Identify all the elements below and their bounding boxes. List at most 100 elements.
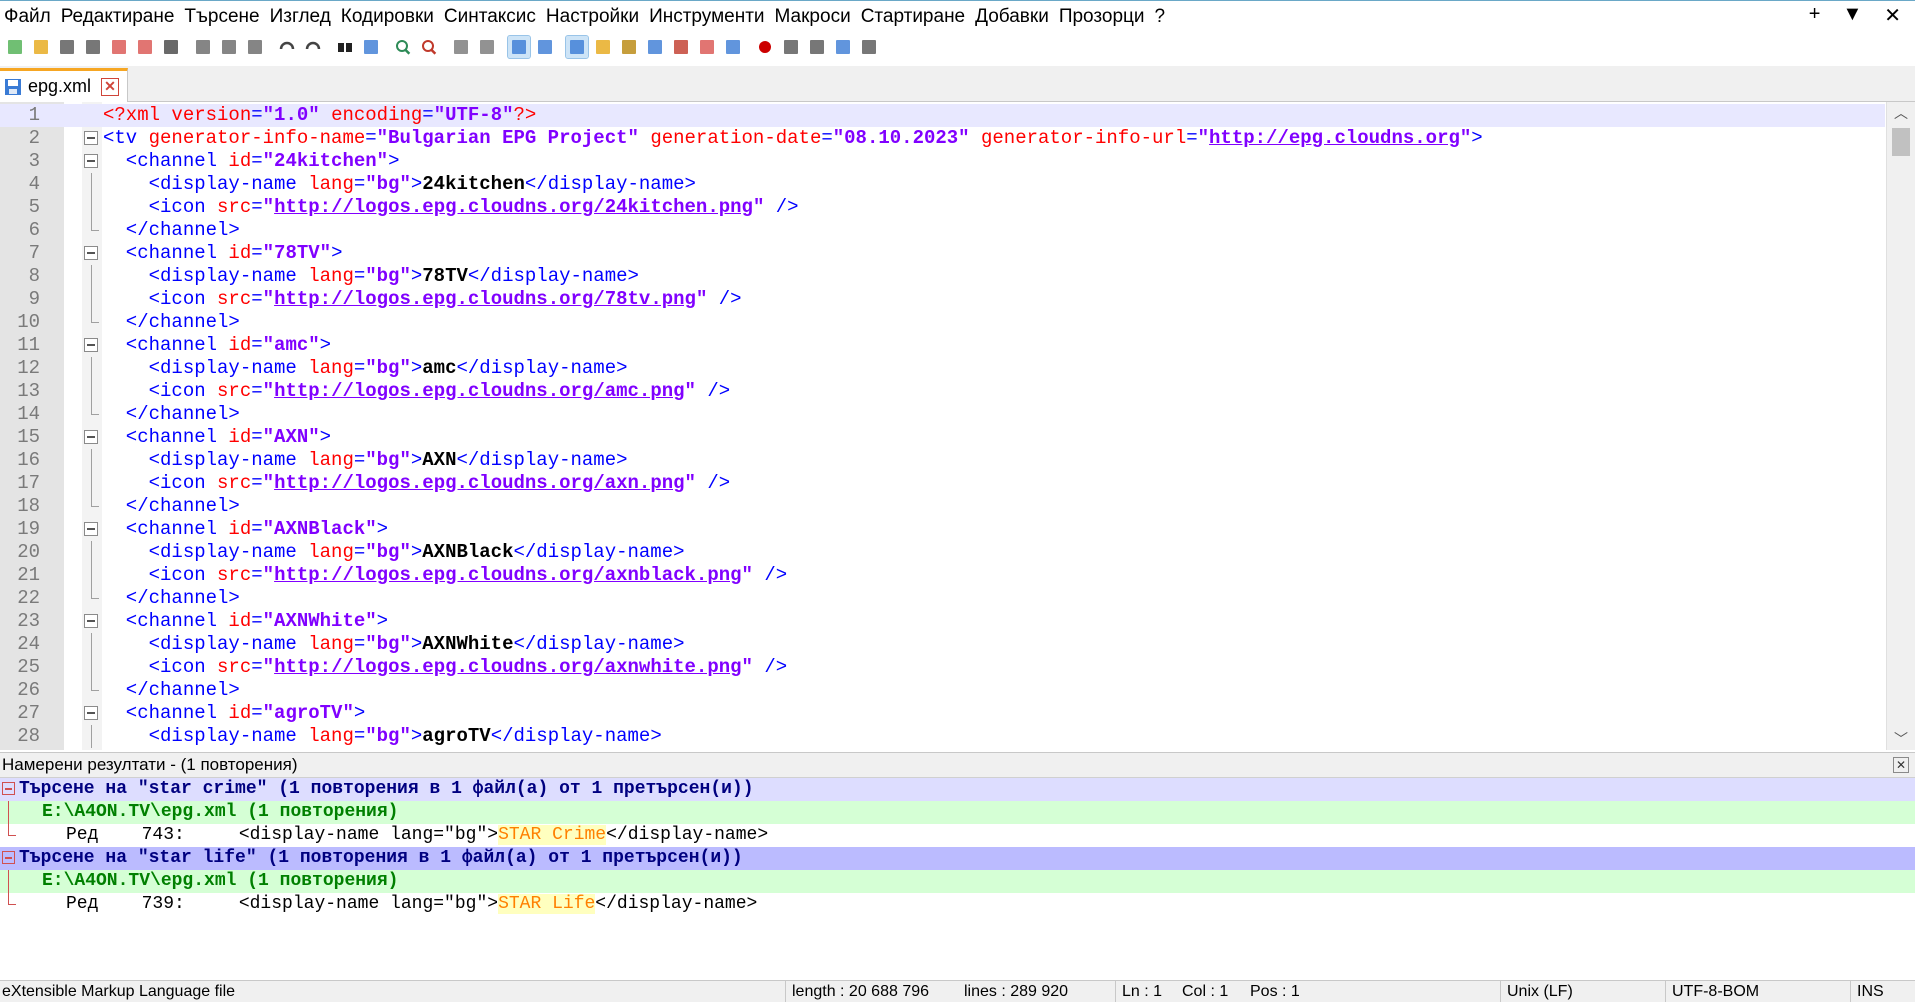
fold-toggle-icon[interactable] <box>84 614 98 628</box>
close-icon[interactable]: ✕ <box>1893 757 1909 773</box>
fold-toggle-icon[interactable] <box>2 851 15 864</box>
search-results-list[interactable]: Търсене на "star crime" (1 повторения в … <box>0 778 1915 916</box>
zoom-out-icon[interactable] <box>418 36 440 58</box>
code-line[interactable]: 6 </channel> <box>0 219 1885 242</box>
dropdown-icon[interactable]: ▼ <box>1842 3 1862 28</box>
search-result-hit[interactable]: Ред 739: <display-name lang="bg">STAR Li… <box>0 893 1915 916</box>
redo-icon[interactable] <box>302 36 324 58</box>
editor[interactable]: 1 <?xml version="1.0" encoding="UTF-8"?> 2… <box>0 102 1915 750</box>
code-line[interactable]: 14 </channel> <box>0 403 1885 426</box>
menu-item[interactable]: ? <box>1151 6 1172 28</box>
code-token-url[interactable]: http://logos.epg.cloudns.org/axn.png <box>274 472 684 494</box>
monitoring-icon[interactable] <box>722 36 744 58</box>
code-line[interactable]: 13 <icon src="http://logos.epg.cloudns.o… <box>0 380 1885 403</box>
stop-macro-icon[interactable] <box>780 36 802 58</box>
code-token-url[interactable]: http://logos.epg.cloudns.org/amc.png <box>274 380 684 402</box>
code-line[interactable]: 8 <display-name lang="bg">78TV</display-… <box>0 265 1885 288</box>
menu-item[interactable]: Стартиране <box>857 6 971 28</box>
search-result-header[interactable]: Търсене на "star crime" (1 повторения в … <box>0 778 1915 801</box>
tab-close-icon[interactable]: ✕ <box>101 77 120 96</box>
menu-item[interactable]: Редактиране <box>57 6 181 28</box>
code-token-url[interactable]: http://logos.epg.cloudns.org/axnwhite.pn… <box>274 656 741 678</box>
show-all-chars-icon[interactable] <box>534 36 556 58</box>
run-macro-multiple-icon[interactable] <box>832 36 854 58</box>
cut-icon[interactable] <box>192 36 214 58</box>
menu-item[interactable]: Настройки <box>542 6 645 28</box>
code-line[interactable]: 20 <display-name lang="bg">AXNBlack</dis… <box>0 541 1885 564</box>
menu-item[interactable]: Файл <box>0 6 57 28</box>
search-result-header[interactable]: Търсене на "star life" (1 повторения в 1… <box>0 847 1915 870</box>
undo-icon[interactable] <box>276 36 298 58</box>
word-wrap-icon[interactable] <box>507 35 531 59</box>
code-line[interactable]: 15 <channel id="AXN"> <box>0 426 1885 449</box>
fold-toggle-icon[interactable] <box>84 131 98 145</box>
record-macro-icon[interactable] <box>754 36 776 58</box>
code-line[interactable]: 25 <icon src="http://logos.epg.cloudns.o… <box>0 656 1885 679</box>
function-list-icon[interactable] <box>670 36 692 58</box>
scroll-up-icon[interactable]: ︿ <box>1887 102 1915 124</box>
menu-item[interactable]: Синтаксис <box>440 6 542 28</box>
code-line[interactable]: 10 </channel> <box>0 311 1885 334</box>
fold-toggle-icon[interactable] <box>84 522 98 536</box>
code-line[interactable]: 22 </channel> <box>0 587 1885 610</box>
code-line[interactable]: 3 <channel id="24kitchen"> <box>0 150 1885 173</box>
tab-epg-xml[interactable]: epg.xml ✕ <box>0 68 128 102</box>
doc-list-icon[interactable] <box>644 36 666 58</box>
code-line[interactable]: 12 <display-name lang="bg">amc</display-… <box>0 357 1885 380</box>
code-line[interactable]: 9 <icon src="http://logos.epg.cloudns.or… <box>0 288 1885 311</box>
code-token-url[interactable]: http://epg.cloudns.org <box>1209 127 1460 149</box>
code-area[interactable]: 1 <?xml version="1.0" encoding="UTF-8"?> 2… <box>0 104 1885 748</box>
menu-item[interactable]: Добавки <box>971 6 1055 28</box>
play-macro-icon[interactable] <box>806 36 828 58</box>
open-file-icon[interactable] <box>30 36 52 58</box>
fold-toggle-icon[interactable] <box>84 430 98 444</box>
code-line[interactable]: 26 </channel> <box>0 679 1885 702</box>
menu-item[interactable]: Търсене <box>180 6 265 28</box>
copy-icon[interactable] <box>218 36 240 58</box>
code-line[interactable]: 17 <icon src="http://logos.epg.cloudns.o… <box>0 472 1885 495</box>
paste-icon[interactable] <box>244 36 266 58</box>
menu-item[interactable]: Макроси <box>771 6 857 28</box>
status-encoding[interactable]: UTF-8-BOM <box>1665 981 1759 1002</box>
menu-item[interactable]: Изглед <box>266 6 337 28</box>
code-token-url[interactable]: http://logos.epg.cloudns.org/78tv.png <box>274 288 696 310</box>
code-line[interactable]: 27 <channel id="agroTV"> <box>0 702 1885 725</box>
search-result-file[interactable]: E:\A4ON.TV\epg.xml (1 повторения) <box>0 801 1915 824</box>
code-line[interactable]: 23 <channel id="AXNWhite"> <box>0 610 1885 633</box>
close-icon[interactable] <box>108 36 130 58</box>
scroll-down-icon[interactable]: ﹀ <box>1887 728 1915 750</box>
code-line[interactable]: 28 <display-name lang="bg">agroTV</displ… <box>0 725 1885 748</box>
editor-vertical-scrollbar[interactable]: ︿ ﹀ <box>1886 102 1915 750</box>
code-line[interactable]: 18 </channel> <box>0 495 1885 518</box>
menu-item[interactable]: Инструменти <box>645 6 770 28</box>
code-line[interactable]: 7 <channel id="78TV"> <box>0 242 1885 265</box>
print-icon[interactable] <box>160 36 182 58</box>
code-line[interactable]: 19 <channel id="AXNBlack"> <box>0 518 1885 541</box>
code-token-url[interactable]: http://logos.epg.cloudns.org/24kitchen.p… <box>274 196 753 218</box>
find-icon[interactable] <box>334 36 356 58</box>
fold-toggle-icon[interactable] <box>2 782 15 795</box>
close-all-icon[interactable] <box>134 36 156 58</box>
code-line[interactable]: 2 <tv generator-info-name="Bulgarian EPG … <box>0 127 1885 150</box>
save-icon[interactable] <box>56 36 78 58</box>
new-file-icon[interactable] <box>4 36 26 58</box>
menu-item[interactable]: Кодировки <box>337 6 440 28</box>
code-line[interactable]: 16 <display-name lang="bg">AXN</display-… <box>0 449 1885 472</box>
search-result-hit[interactable]: Ред 743: <display-name lang="bg">STAR Cr… <box>0 824 1915 847</box>
indent-guide-icon[interactable] <box>565 35 589 59</box>
save-macro-icon[interactable] <box>858 36 880 58</box>
sync-vertical-icon[interactable] <box>450 36 472 58</box>
code-line[interactable]: 11 <channel id="amc"> <box>0 334 1885 357</box>
folder-workspace-icon[interactable] <box>696 36 718 58</box>
code-token-url[interactable]: http://logos.epg.cloudns.org/axnblack.pn… <box>274 564 741 586</box>
doc-map-icon[interactable] <box>618 36 640 58</box>
save-all-icon[interactable] <box>82 36 104 58</box>
replace-icon[interactable] <box>360 36 382 58</box>
code-line[interactable]: 21 <icon src="http://logos.epg.cloudns.o… <box>0 564 1885 587</box>
add-icon[interactable]: + <box>1809 3 1821 28</box>
menu-item[interactable]: Прозорци <box>1055 6 1151 28</box>
user-language-icon[interactable] <box>592 36 614 58</box>
fold-toggle-icon[interactable] <box>84 338 98 352</box>
code-line[interactable]: 1 <?xml version="1.0" encoding="UTF-8"?> <box>0 104 1885 127</box>
zoom-in-icon[interactable] <box>392 36 414 58</box>
